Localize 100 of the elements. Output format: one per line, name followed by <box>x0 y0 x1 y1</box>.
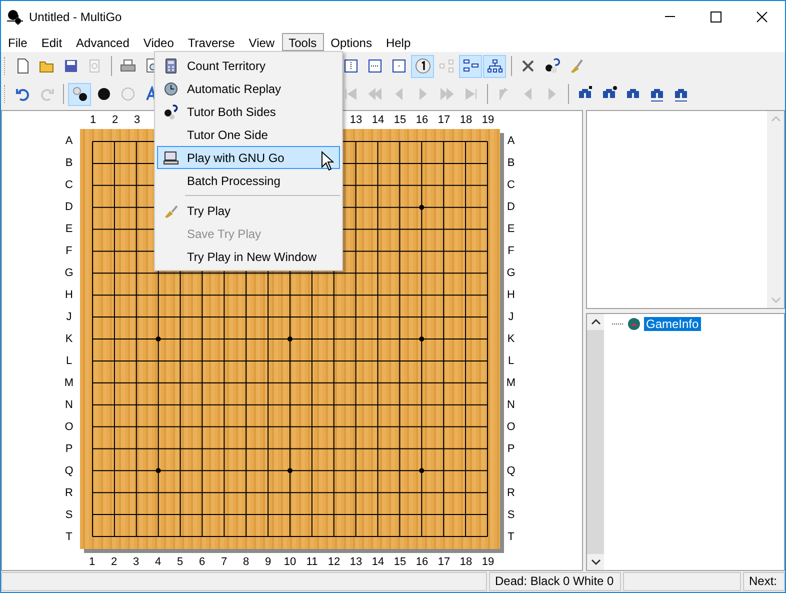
find-previous-icon <box>648 86 664 102</box>
row-label: B <box>64 156 74 171</box>
column-label: 10 <box>282 555 298 570</box>
row-label: O <box>64 420 74 435</box>
printer-icon <box>120 58 136 74</box>
tree-icon <box>438 58 454 74</box>
menu-item[interactable]: Automatic Replay <box>157 77 340 100</box>
star-point <box>419 468 424 474</box>
column-label: 13 <box>348 113 364 128</box>
column-label: 13 <box>348 555 364 570</box>
menu-item[interactable]: Edit <box>34 33 70 51</box>
status-text: Dead: Black 0 White 0 <box>489 572 621 591</box>
column-label: 2 <box>110 555 118 570</box>
row-label: D <box>64 200 74 215</box>
star-point <box>288 336 292 342</box>
globe-icon <box>627 317 641 331</box>
tree-item[interactable]: GameInfo <box>644 317 701 331</box>
filled-stone-icon <box>96 86 112 102</box>
menu-item[interactable]: Count Territory <box>157 54 340 77</box>
row-label: F <box>506 244 516 259</box>
first-icon <box>342 86 358 102</box>
row-label: S <box>64 508 74 523</box>
tree-branch-icon <box>462 58 478 74</box>
menu-item[interactable]: Tutor One Side <box>157 123 340 146</box>
row-label: T <box>64 530 74 545</box>
row-label: P <box>64 442 74 457</box>
row-label: K <box>506 332 516 347</box>
row-label: B <box>506 156 516 171</box>
numbered-stone-icon <box>414 58 430 74</box>
computer-icon <box>163 150 179 166</box>
column-label: 11 <box>305 555 319 570</box>
cursor-icon <box>321 151 334 171</box>
column-label: 19 <box>480 113 496 128</box>
find-next-icon <box>672 86 688 102</box>
menu-item[interactable]: Advanced <box>69 33 136 51</box>
alternating-stones-icon <box>72 86 88 102</box>
menu-item[interactable]: Batch Processing <box>157 169 340 192</box>
column-label: 4 <box>154 555 162 570</box>
stone-question-icon <box>544 58 560 74</box>
scrollbar[interactable] <box>587 314 604 570</box>
column-label: 16 <box>414 113 430 128</box>
column-label: 1 <box>88 555 96 570</box>
undo-icon <box>14 86 30 102</box>
column-label: 2 <box>110 113 120 128</box>
menu-item[interactable]: Help <box>378 33 418 51</box>
column-label: 3 <box>132 555 140 570</box>
row-label: O <box>506 420 516 435</box>
menu-item[interactable]: Video <box>136 33 181 51</box>
redo-icon <box>38 86 54 102</box>
row-label: E <box>506 222 516 237</box>
dotted-vertical-square-icon <box>342 58 358 74</box>
row-label: C <box>506 178 516 193</box>
column-label: 7 <box>220 555 228 570</box>
menu-item[interactable]: Try Play <box>157 199 340 222</box>
row-label: P <box>506 442 516 457</box>
row-label: N <box>506 398 516 413</box>
minimize-icon <box>665 16 675 17</box>
close-icon <box>754 8 770 24</box>
scrollbar[interactable] <box>767 111 784 308</box>
dotted-horizontal-square-icon <box>366 58 382 74</box>
column-label: 8 <box>242 555 250 570</box>
row-label: F <box>64 244 74 259</box>
column-label: 5 <box>176 555 184 570</box>
menu-item[interactable]: Options <box>324 33 379 51</box>
row-label: T <box>506 530 516 545</box>
maximize-icon <box>708 8 724 24</box>
menu-item[interactable]: View <box>242 33 282 51</box>
stones-question-icon <box>163 104 179 120</box>
row-label: R <box>506 486 516 501</box>
column-label: 15 <box>392 113 408 128</box>
column-label: 6 <box>198 555 206 570</box>
column-label: 14 <box>370 555 386 570</box>
menu-item[interactable]: Tutor Both Sides <box>157 100 340 123</box>
column-label: 1 <box>88 113 98 128</box>
row-label: J <box>65 310 73 325</box>
menu-item[interactable]: Play with GNU Go <box>157 146 340 169</box>
column-label: 18 <box>458 113 474 128</box>
toolbar-button[interactable] <box>483 54 506 78</box>
row-label: K <box>64 332 74 347</box>
row-label: E <box>64 222 74 237</box>
row-label: A <box>506 134 516 149</box>
menu-item[interactable]: File <box>1 33 34 51</box>
toolbar-button[interactable] <box>459 54 482 78</box>
dot-square-icon <box>390 58 406 74</box>
window-title: Untitled - MultiGo <box>29 10 123 24</box>
save-icon <box>62 58 78 74</box>
menu-item[interactable]: Tools <box>282 33 324 51</box>
column-label: 3 <box>132 113 142 128</box>
hollow-stone-icon <box>120 86 136 102</box>
row-label: L <box>64 354 74 369</box>
row-label: L <box>506 354 516 369</box>
menu-item[interactable]: Try Play in New Window <box>157 245 340 268</box>
star-point <box>419 336 424 342</box>
tree-hierarchy-icon <box>486 58 502 74</box>
toolbar-button[interactable] <box>411 54 434 78</box>
menu-item[interactable]: Traverse <box>180 33 242 51</box>
toolbar-button[interactable] <box>68 82 91 106</box>
column-label: 17 <box>436 555 452 570</box>
clock-icon <box>163 80 179 96</box>
column-label: 9 <box>264 555 272 570</box>
